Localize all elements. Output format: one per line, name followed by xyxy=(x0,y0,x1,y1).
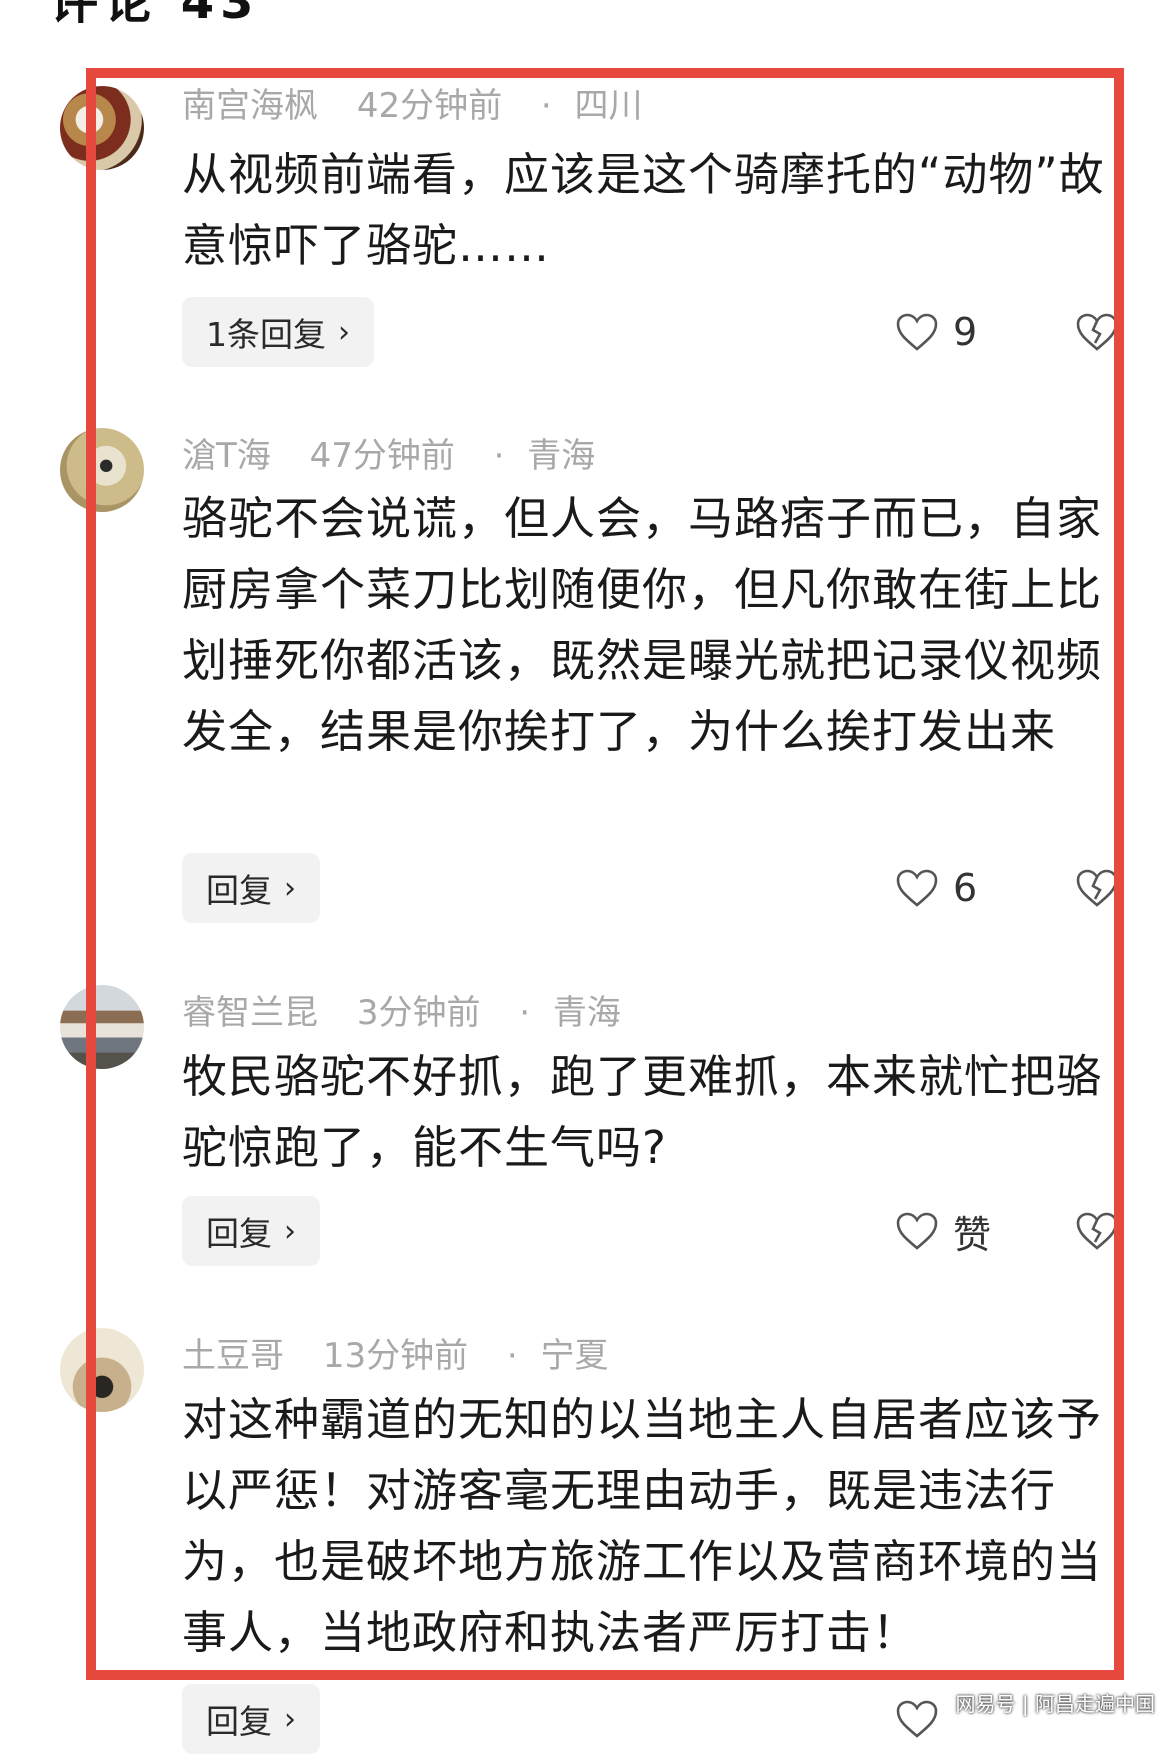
reply-button[interactable]: 回复 › xyxy=(182,1196,320,1266)
chevron-right-icon: › xyxy=(284,1213,296,1249)
avatar[interactable] xyxy=(60,1328,144,1412)
heart-outline-icon xyxy=(896,1212,938,1250)
reply-button[interactable]: 回复 › xyxy=(182,1684,320,1754)
like-button[interactable]: 赞 xyxy=(895,1196,991,1266)
comment-meta: 南宫海枫 42分钟前 · 四川 xyxy=(182,78,671,127)
comment-text: 从视频前端看，应该是这个骑摩托的“动物”故意惊吓了骆驼…… xyxy=(182,148,1105,272)
comment-time: 3分钟前 xyxy=(356,993,481,1033)
like-count: 6 xyxy=(953,866,978,910)
comment-text: 骆驼不会说谎，但人会，马路痞子而已，自家厨房拿个菜刀比划随便你，但凡你敢在街上比… xyxy=(182,492,1103,758)
dislike-button[interactable] xyxy=(1075,853,1119,923)
reply-label: 1条回复 xyxy=(206,315,326,354)
comment-time: 42分钟前 xyxy=(356,86,503,126)
chevron-right-icon: › xyxy=(284,1701,296,1737)
like-button[interactable]: 6 xyxy=(895,853,977,923)
avatar[interactable] xyxy=(60,428,144,512)
heart-outline-icon xyxy=(896,313,938,351)
comment-author[interactable]: 土豆哥 xyxy=(182,1336,284,1376)
comment-meta: 土豆哥 13分钟前 · 宁夏 xyxy=(182,1328,637,1377)
comment-location: 宁夏 xyxy=(540,1336,609,1376)
meta-separator: · xyxy=(493,436,505,476)
watermark-text: 网易号 | 阿昌走遍中国 xyxy=(955,1692,1155,1716)
reply-button[interactable]: 1条回复 › xyxy=(182,297,374,367)
like-button[interactable] xyxy=(895,1684,953,1754)
comments-header-title: 评论 43 xyxy=(50,0,260,30)
meta-separator: · xyxy=(540,86,552,126)
meta-separator: · xyxy=(519,993,531,1033)
broken-heart-icon xyxy=(1076,1212,1118,1250)
comment-location: 四川 xyxy=(574,86,643,126)
like-count: 9 xyxy=(953,310,978,354)
like-button[interactable]: 9 xyxy=(895,297,977,367)
comment-location: 青海 xyxy=(527,436,596,476)
chevron-right-icon: › xyxy=(284,870,296,906)
comment-meta: 滄T海 47分钟前 · 青海 xyxy=(182,428,623,477)
chevron-right-icon: › xyxy=(338,314,350,350)
comment-author[interactable]: 睿智兰昆 xyxy=(182,993,318,1033)
reply-label: 回复 xyxy=(206,1702,272,1741)
comment-author[interactable]: 南宫海枫 xyxy=(182,86,318,126)
dislike-button[interactable] xyxy=(1075,1196,1119,1266)
dislike-button[interactable] xyxy=(1075,297,1119,367)
heart-outline-icon xyxy=(896,869,938,907)
reply-label: 回复 xyxy=(206,1214,272,1253)
comment-text: 牧民骆驼不好抓，跑了更难抓，本来就忙把骆驼惊跑了，能不生气吗? xyxy=(182,1050,1103,1174)
like-count: 赞 xyxy=(953,1212,992,1257)
reply-button[interactable]: 回复 › xyxy=(182,853,320,923)
comment-author[interactable]: 滄T海 xyxy=(182,436,271,476)
avatar[interactable] xyxy=(60,985,144,1069)
comment-time: 13分钟前 xyxy=(322,1336,469,1376)
reply-label: 回复 xyxy=(206,871,272,910)
meta-separator: · xyxy=(506,1336,518,1376)
heart-outline-icon xyxy=(896,1700,938,1738)
broken-heart-icon xyxy=(1076,869,1118,907)
broken-heart-icon xyxy=(1076,313,1118,351)
comment-time: 47分钟前 xyxy=(309,436,455,476)
avatar[interactable] xyxy=(60,86,144,170)
comment-text: 对这种霸道的无知的以当地主人自居者应该予以严惩！对游客毫无理由动手，既是违法行为… xyxy=(182,1393,1103,1659)
comment-location: 青海 xyxy=(552,993,621,1033)
comment-meta: 睿智兰昆 3分钟前 · 青海 xyxy=(182,985,649,1034)
